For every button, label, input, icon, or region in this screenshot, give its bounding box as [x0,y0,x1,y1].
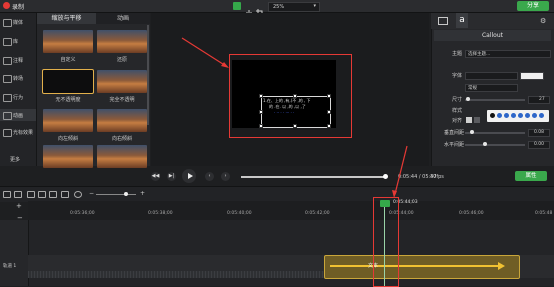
annotation-arrowhead [392,190,397,198]
annotation-arrow-timeline [394,145,408,195]
annotation-arrows [181,37,408,198]
annotation-arrow-canvas [181,37,227,67]
